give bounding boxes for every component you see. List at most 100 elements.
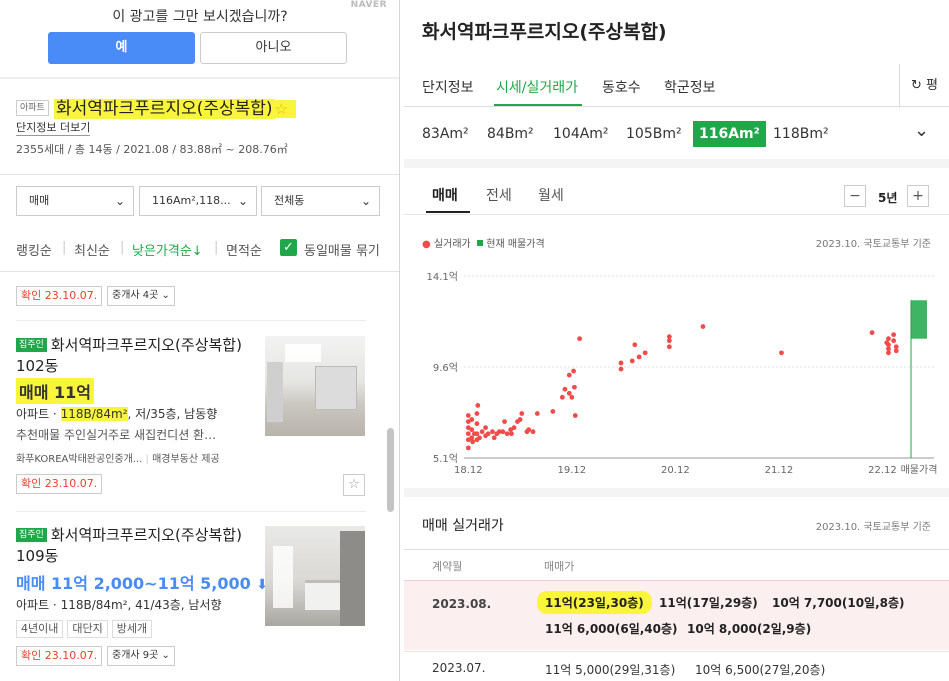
ad-yes-button[interactable]: 예 xyxy=(48,32,195,64)
data-point xyxy=(572,384,577,390)
data-point xyxy=(886,350,891,356)
col-price: 매매가 xyxy=(544,560,575,573)
deal-type-value: 매매 xyxy=(29,194,50,207)
trade-price: 10억 7,700(10일,8층) xyxy=(772,596,905,610)
tag: 4년이내 xyxy=(16,620,64,638)
chart-source: 2023.10. 국토교통부 기준 xyxy=(815,239,931,250)
dong-dropdown[interactable]: 전체동 ⌄ xyxy=(261,186,380,216)
x-tick-label: 22.12 xyxy=(868,465,897,476)
deal-tab-jeonse[interactable]: 전세 xyxy=(486,185,512,205)
broker-count: 중개사 4곳 xyxy=(112,290,159,301)
data-point xyxy=(891,338,897,344)
sort-cheap[interactable]: 낮은가격순↓ xyxy=(132,240,203,259)
area-chip[interactable]: 84Bm² xyxy=(487,121,534,147)
broker-count-button[interactable]: 중개사 9곳 ⌄ xyxy=(107,646,175,666)
unit-toggle-button[interactable]: ↻ 평 xyxy=(899,64,949,108)
listing-title-text: 화서역파크푸르지오(주상복합) 102동 xyxy=(16,336,242,375)
x-tick-label: 18.12 xyxy=(454,465,483,476)
listing-title[interactable]: 집주인 화서역파크푸르지오(주상복합) 109동 xyxy=(16,525,254,567)
y-tick-label: 14.1억 xyxy=(427,271,458,283)
tab-school[interactable]: 학군정보 xyxy=(664,77,716,97)
data-point xyxy=(700,324,706,329)
sort-rank[interactable]: 랭킹순 xyxy=(16,240,52,259)
data-point xyxy=(666,344,672,350)
refresh-icon: ↻ xyxy=(910,78,922,93)
broker-count-button[interactable]: 중개사 4곳 ⌄ xyxy=(107,286,175,306)
data-point xyxy=(642,350,648,356)
data-point xyxy=(469,417,475,422)
price-scatter-chart: 14.1억 9.6억 5.1억18.12 19.12 20.12 21.12 22.12 매물… xyxy=(427,271,938,476)
deal-tab-sale[interactable]: 매매 xyxy=(432,185,458,205)
area-chip[interactable]: 118Bm² xyxy=(773,121,829,147)
data-point xyxy=(474,411,480,416)
data-point xyxy=(893,344,899,350)
period-value: 5년 xyxy=(878,191,898,205)
confirm-date: 확인 23.10.07. xyxy=(16,286,103,306)
data-point xyxy=(534,411,540,416)
favorite-star-icon[interactable]: ☆ xyxy=(274,100,296,118)
transaction-table: 매매 실거래가 2023.10. 국토교통부 기준 계약월 매매가 2023.0… xyxy=(404,497,949,681)
data-point xyxy=(636,354,642,360)
listing-title[interactable]: 집주인 화서역파크푸르지오(주상복합) 102동 xyxy=(16,335,254,377)
deal-type-dropdown[interactable]: 매매 ⌄ xyxy=(16,186,134,216)
data-point xyxy=(869,330,875,336)
tab-price[interactable]: 시세/실거래가 xyxy=(496,77,578,97)
broker-count: 중개사 9곳 xyxy=(112,650,159,661)
divider xyxy=(0,174,399,175)
divider xyxy=(404,106,949,107)
ad-close-question: 이 광고를 그만 보시겠습니까? xyxy=(112,9,288,25)
listing-photo[interactable] xyxy=(265,526,365,626)
listing-price: 매매 11억 2,000~11억 5,000 ⬇ xyxy=(16,570,268,594)
period-minus-button[interactable]: − xyxy=(844,185,866,207)
sort-area[interactable]: 면적순 xyxy=(226,240,262,259)
sort-separator: | xyxy=(214,240,219,255)
scrollbar-thumb[interactable] xyxy=(387,428,394,512)
area-dropdown[interactable]: 116Am²,118... ⌄ xyxy=(139,186,257,216)
photo-window xyxy=(315,366,357,410)
chart-legend: ● 실거래가 현재 매물가격 xyxy=(422,235,545,250)
data-point xyxy=(562,386,568,392)
group-label: 동일매물 묶기 xyxy=(304,244,380,259)
data-point xyxy=(483,425,488,431)
ad-no-button[interactable]: 아니오 xyxy=(200,32,347,64)
chart-card: 매매 전세 월세 − 5년 + ● 실거래가 현재 매물가격 2023.10. … xyxy=(404,168,949,488)
data-point xyxy=(886,336,891,342)
broker-name: 화푸KOREA박태완공인중개... xyxy=(16,454,143,465)
sort-separator: | xyxy=(120,240,125,255)
complex-more-link[interactable]: 단지정보 더보기 xyxy=(16,119,91,136)
complex-type-badge: 아파트 xyxy=(16,100,49,116)
photo-window xyxy=(273,546,293,608)
table-header: 계약월 매매가 xyxy=(404,549,949,579)
favorite-star-icon[interactable]: ☆ xyxy=(343,474,365,496)
data-point xyxy=(477,435,482,441)
listing-photo[interactable] xyxy=(265,336,365,436)
table-source: 2023.10. 국토교통부 기준 xyxy=(815,522,931,533)
sort-latest[interactable]: 최신순 xyxy=(74,240,110,259)
x-tick-label: 21.12 xyxy=(765,465,794,476)
period-plus-button[interactable]: + xyxy=(907,185,929,207)
area-chip[interactable]: 105Bm² xyxy=(626,121,682,147)
tab-unit[interactable]: 동호수 xyxy=(602,77,641,97)
area-chip[interactable]: 83Am² xyxy=(422,121,469,147)
area-chip-selected[interactable]: 116Am² xyxy=(693,121,766,147)
data-point xyxy=(469,435,475,441)
data-point xyxy=(526,427,532,433)
data-point xyxy=(470,439,476,445)
area-value: 116Am²,118... xyxy=(152,194,231,207)
group-checkbox[interactable]: ✓ xyxy=(280,239,297,256)
legend-real: 실거래가 xyxy=(433,239,471,250)
chevron-down-icon[interactable]: ⌄ xyxy=(914,120,929,141)
legend-dot-icon: ● xyxy=(422,239,431,250)
naver-logo: NAVER xyxy=(350,0,387,10)
data-point xyxy=(666,334,672,340)
area-chip[interactable]: 104Am² xyxy=(553,121,609,147)
data-point xyxy=(577,336,583,342)
listing-spec: 아파트 · 118B/84m², 41/43층, 남서향 xyxy=(16,598,222,612)
photo-light xyxy=(285,344,321,362)
listing-panel: 이 광고를 그만 보시겠습니까? NAVER 예 아니오 아파트 화서역파크푸르… xyxy=(0,0,400,681)
provider-name: 매경부동산 제공 xyxy=(152,454,220,465)
deal-tab-wolse[interactable]: 월세 xyxy=(538,185,564,205)
listing-source: 화푸KOREA박태완공인중개... | 매경부동산 제공 xyxy=(16,454,220,465)
tag: 대단지 xyxy=(67,620,108,638)
tab-complex-info[interactable]: 단지정보 xyxy=(422,77,474,97)
